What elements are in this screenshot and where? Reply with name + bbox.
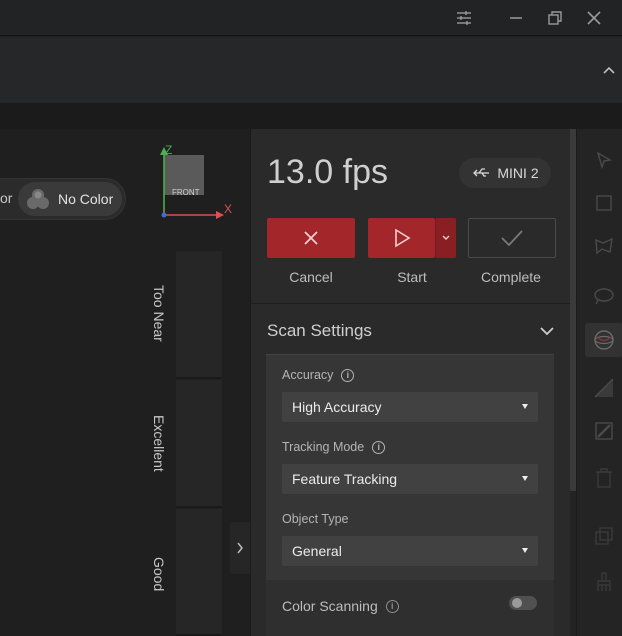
- caret-down-icon: [522, 548, 528, 553]
- distance-label-too-near: Too Near: [151, 285, 167, 342]
- collapse-toolbar-chevron-up-icon[interactable]: [596, 55, 622, 85]
- color-scanning-toggle[interactable]: [509, 596, 537, 610]
- select-arrow-icon[interactable]: [587, 143, 621, 177]
- caret-down-icon: [522, 476, 528, 481]
- object-type-label: Object Type: [282, 512, 349, 526]
- accuracy-label-row: Accuracy i: [282, 368, 355, 382]
- tracking-mode-label: Tracking Mode: [282, 440, 365, 454]
- top-toolbar: [0, 37, 622, 103]
- brush-icon[interactable]: [587, 565, 621, 599]
- scan-settings-chevron-down-icon[interactable]: [537, 321, 557, 341]
- object-type-select[interactable]: General: [282, 536, 538, 566]
- invert-icon[interactable]: [587, 414, 621, 448]
- scan-viewport[interactable]: or No Color Z X FRONT Too Near Excellent…: [0, 129, 250, 636]
- no-color-label: No Color: [58, 191, 114, 207]
- sphere-view-icon[interactable]: [585, 323, 622, 357]
- tracking-mode-value: Feature Tracking: [292, 471, 398, 487]
- axis-x-label: X: [224, 202, 233, 216]
- panel-divider: [251, 303, 571, 304]
- axis-gizmo: Z X FRONT: [150, 139, 240, 219]
- right-toolbar: [576, 129, 622, 636]
- distance-label-good: Good: [151, 557, 167, 592]
- copy-icon[interactable]: [587, 519, 621, 553]
- chevron-right-icon: [237, 542, 243, 554]
- toolbar-strip: [0, 103, 622, 129]
- scan-settings-body: Accuracy i High Accuracy Tracking Mode i…: [266, 354, 554, 580]
- plane-cut-icon[interactable]: [587, 371, 621, 405]
- accuracy-select[interactable]: High Accuracy: [282, 392, 538, 422]
- accuracy-label: Accuracy: [282, 368, 334, 382]
- distance-zone-good: [176, 509, 222, 636]
- no-color-option[interactable]: No Color: [18, 182, 122, 216]
- close-button[interactable]: [576, 0, 612, 36]
- cancel-button[interactable]: [267, 218, 355, 258]
- accuracy-value: High Accuracy: [292, 399, 382, 415]
- distance-zone-too-near: [176, 251, 222, 379]
- distance-label-excellent: Excellent: [151, 415, 167, 472]
- toggle-knob: [512, 598, 522, 608]
- play-icon: [394, 228, 411, 248]
- distance-zone-excellent: [176, 380, 222, 508]
- scan-panel: 13.0 fps MINI 2 Cancel Start Complete Sc…: [250, 129, 571, 636]
- cancel-label: Cancel: [289, 269, 333, 285]
- accuracy-info-icon[interactable]: i: [341, 368, 355, 382]
- color-scanning-label: Color Scanning: [282, 598, 378, 614]
- start-button[interactable]: [368, 218, 435, 258]
- rectangle-select-icon[interactable]: [587, 186, 621, 220]
- start-label: Start: [397, 269, 427, 285]
- usb-icon: [473, 168, 490, 177]
- chevron-down-icon: [442, 235, 450, 240]
- cube-face-label: FRONT: [172, 188, 200, 197]
- lasso-select-icon[interactable]: [587, 229, 621, 263]
- start-options-dropdown[interactable]: [435, 218, 456, 258]
- color-scanning-label-row: Color Scanning i: [282, 598, 399, 614]
- caret-down-icon: [522, 404, 528, 409]
- device-name: MINI 2: [497, 165, 539, 181]
- scan-settings-title[interactable]: Scan Settings: [267, 321, 372, 341]
- color-scanning-row: Color Scanning i: [266, 580, 554, 636]
- close-icon: [304, 231, 318, 245]
- title-bar: [0, 0, 622, 36]
- object-type-value: General: [292, 543, 342, 559]
- complete-label: Complete: [481, 269, 541, 285]
- no-color-icon: [27, 189, 49, 209]
- checkmark-icon: [501, 230, 523, 247]
- delete-icon[interactable]: [587, 461, 621, 495]
- tracking-mode-label-row: Tracking Mode i: [282, 440, 386, 454]
- tracking-mode-select[interactable]: Feature Tracking: [282, 464, 538, 494]
- restore-button[interactable]: [537, 0, 573, 36]
- freeform-select-icon[interactable]: [587, 279, 621, 313]
- minimize-button[interactable]: [498, 0, 534, 36]
- complete-button[interactable]: [468, 218, 556, 258]
- object-type-label-row: Object Type: [282, 512, 348, 526]
- color-mode-option-partial[interactable]: or: [0, 190, 12, 206]
- expand-panel-handle[interactable]: [230, 522, 250, 574]
- device-badge[interactable]: MINI 2: [459, 158, 551, 188]
- settings-sliders-icon[interactable]: [446, 0, 482, 36]
- axis-z-label: Z: [165, 143, 173, 157]
- fps-readout: 13.0 fps: [267, 153, 388, 191]
- tracking-mode-info-icon[interactable]: i: [372, 440, 386, 454]
- color-scanning-info-icon[interactable]: i: [385, 599, 399, 613]
